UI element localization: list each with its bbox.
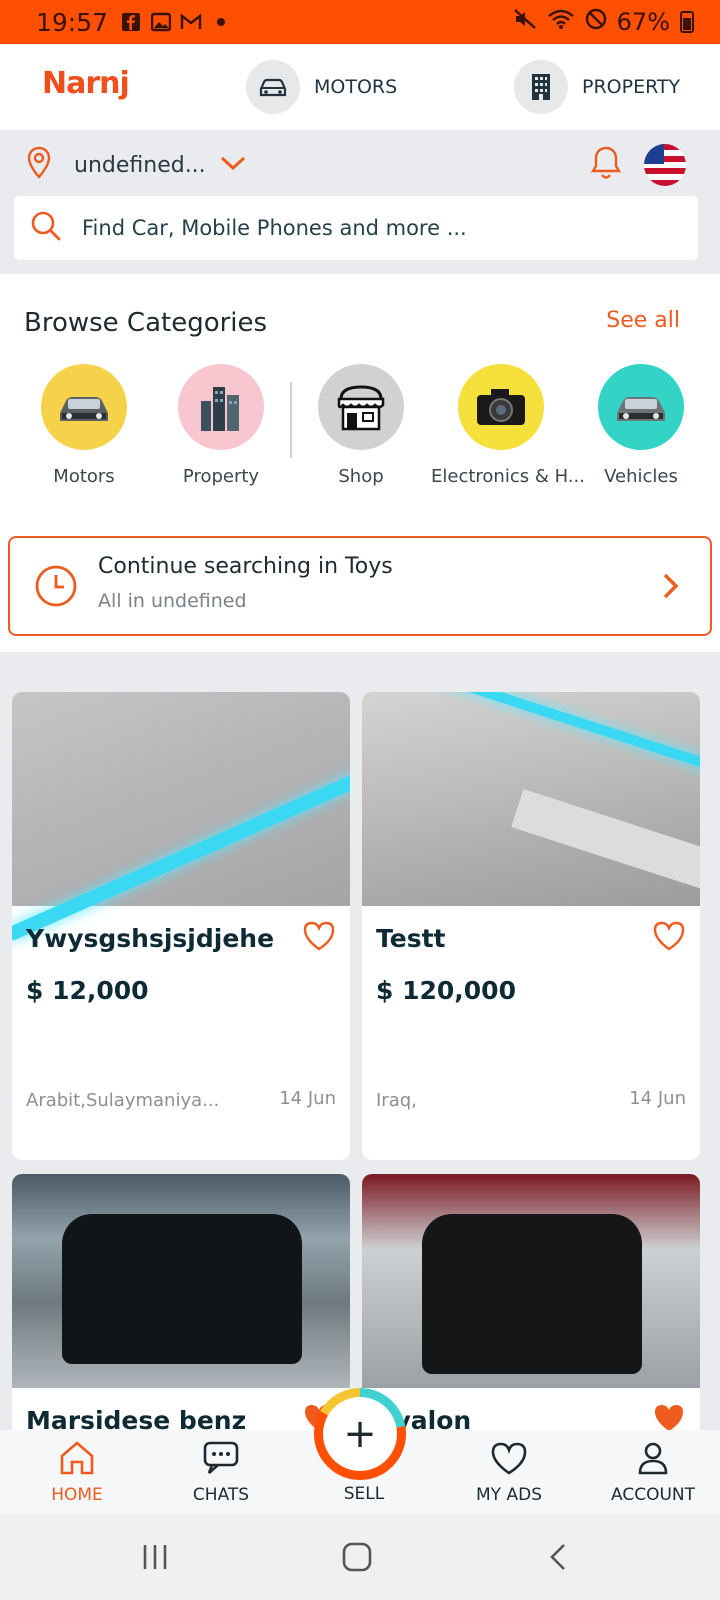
listing-card[interactable]: Testt $ 120,000 Iraq, 14 Jun	[362, 692, 700, 1160]
chevron-right-icon	[662, 572, 680, 604]
motors-car-icon	[41, 364, 127, 450]
category-shop[interactable]: Shop	[291, 364, 431, 487]
gallery-icon	[150, 11, 172, 33]
us-flag-icon[interactable]	[644, 144, 686, 186]
nav-home-label: HOME	[51, 1485, 103, 1505]
nav-account[interactable]: ACCOUNT	[593, 1440, 713, 1505]
listing-title: Testt	[376, 924, 446, 953]
battery-percent: 67%	[616, 8, 670, 36]
app-logo[interactable]: Narnj	[42, 66, 130, 101]
nav-property-label: PROPERTY	[582, 76, 681, 98]
nav-my-ads-label: MY ADS	[476, 1485, 542, 1505]
category-label: Electronics & H...	[431, 466, 585, 487]
sell-button[interactable]: +	[314, 1388, 406, 1480]
listings-grid: Ywysgshsjsjdjehe $ 12,000 Arabit,Sulayma…	[0, 652, 720, 1430]
listing-photo	[12, 692, 350, 906]
recent-apps-icon[interactable]	[140, 1542, 170, 1576]
listing-location: Arabit,Sulaymaniya...	[26, 1090, 220, 1111]
listing-price: $ 12,000	[26, 976, 149, 1005]
system-nav-bar	[0, 1514, 720, 1600]
shop-icon	[318, 364, 404, 450]
location-pin-icon[interactable]	[26, 146, 52, 184]
status-bar: 19:57 67%	[0, 0, 720, 44]
chevron-down-icon[interactable]	[220, 155, 246, 175]
home-icon	[60, 1441, 94, 1475]
listing-photo	[362, 1174, 700, 1388]
property-buildings-icon	[178, 364, 264, 450]
category-motors[interactable]: Motors	[14, 364, 154, 487]
battery-icon	[680, 11, 694, 33]
continue-title: Continue searching in Toys	[98, 554, 393, 579]
nav-home[interactable]: HOME	[17, 1440, 137, 1505]
nav-account-label: ACCOUNT	[611, 1485, 695, 1505]
search-icon	[30, 210, 62, 246]
continue-searching-card[interactable]: Continue searching in Toys All in undefi…	[8, 536, 712, 636]
building-icon	[514, 60, 568, 114]
listing-date: 14 Jun	[629, 1088, 686, 1109]
category-list: Motors Property Shop Electronics & H...	[0, 364, 720, 504]
mute-icon	[513, 8, 537, 36]
heart-icon[interactable]	[302, 920, 336, 956]
category-vehicles[interactable]: Vehicles	[571, 364, 711, 487]
nav-sell-label: SELL	[343, 1484, 385, 1504]
continue-subtitle: All in undefined	[98, 590, 247, 612]
listing-photo	[362, 692, 700, 906]
nav-my-ads[interactable]: MY ADS	[449, 1440, 569, 1505]
vehicles-car-icon	[598, 364, 684, 450]
block-icon	[585, 8, 607, 36]
gmail-icon	[180, 11, 202, 33]
location-row: undefined...	[26, 142, 686, 188]
status-time: 19:57	[36, 7, 109, 37]
bell-icon[interactable]	[590, 145, 622, 185]
listing-card[interactable]: Marsidese benz	[12, 1174, 350, 1430]
search-bar[interactable]	[14, 196, 698, 260]
categories-section: Browse Categories See all Motors Propert…	[0, 274, 720, 652]
categories-title: Browse Categories	[24, 308, 268, 338]
search-area: undefined...	[0, 130, 720, 274]
category-electronics[interactable]: Electronics & H...	[431, 364, 585, 487]
category-property[interactable]: Property	[151, 364, 291, 487]
category-label: Motors	[53, 466, 115, 487]
listing-title: Ywysgshsjsjdjehe	[26, 924, 275, 953]
back-icon[interactable]	[548, 1542, 568, 1576]
chat-icon	[203, 1441, 239, 1474]
listing-title: Marsidese benz	[26, 1406, 247, 1430]
listing-card[interactable]: Avalon	[362, 1174, 700, 1430]
search-input[interactable]	[82, 216, 662, 240]
see-all-link[interactable]: See all	[606, 308, 680, 333]
listing-date: 14 Jun	[279, 1088, 336, 1109]
category-label: Vehicles	[604, 466, 678, 487]
listing-price: $ 120,000	[376, 976, 516, 1005]
heart-icon[interactable]	[652, 920, 686, 956]
nav-sell-label-wrap[interactable]: SELL	[304, 1480, 424, 1504]
listing-card[interactable]: Ywysgshsjsjdjehe $ 12,000 Arabit,Sulayma…	[12, 692, 350, 1160]
listing-photo	[12, 1174, 350, 1388]
location-text[interactable]: undefined...	[74, 153, 206, 178]
nav-property[interactable]: PROPERTY	[514, 60, 680, 114]
wifi-icon	[547, 8, 575, 36]
app-header: Narnj MOTORS PROPERTY	[0, 44, 720, 130]
home-button-icon[interactable]	[342, 1542, 372, 1576]
category-label: Shop	[338, 466, 384, 487]
camera-icon	[458, 364, 544, 450]
user-icon	[638, 1442, 668, 1475]
listing-location: Iraq,	[376, 1090, 417, 1111]
nav-chats[interactable]: CHATS	[161, 1440, 281, 1505]
nav-motors-label: MOTORS	[314, 76, 398, 98]
heart-outline-icon	[491, 1442, 527, 1475]
plus-icon: +	[323, 1397, 397, 1471]
nav-chats-label: CHATS	[192, 1485, 250, 1505]
heart-filled-icon[interactable]	[652, 1402, 686, 1430]
facebook-icon	[120, 11, 142, 33]
clock-icon	[34, 564, 78, 612]
car-icon	[246, 60, 300, 114]
nav-motors[interactable]: MOTORS	[246, 60, 397, 114]
dot-icon	[210, 11, 232, 33]
category-label: Property	[182, 466, 260, 487]
